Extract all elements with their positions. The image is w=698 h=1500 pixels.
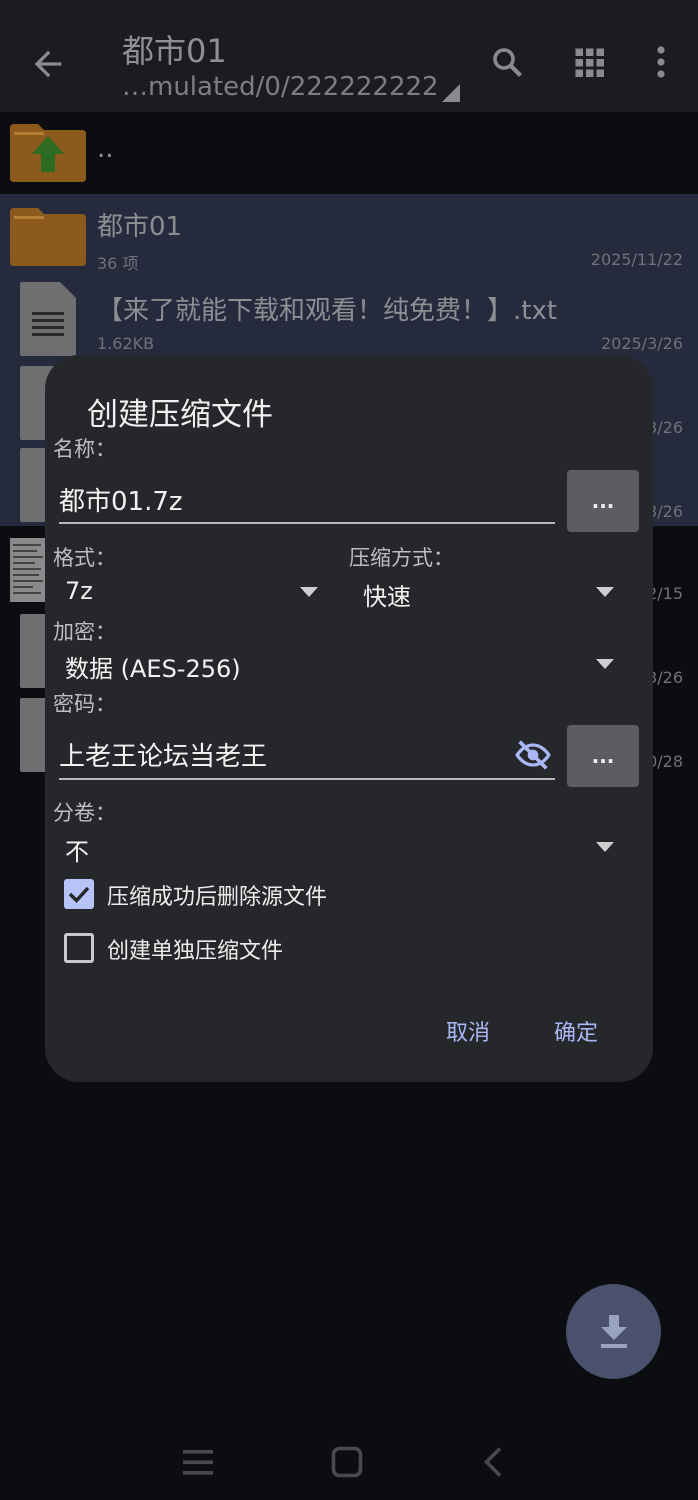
separate-archive-label[interactable]: 创建单独压缩文件	[107, 933, 283, 965]
item-meta: 1.62KB	[97, 334, 155, 353]
dialog-title: 创建压缩文件	[87, 397, 273, 433]
split-volume-label: 分卷：	[53, 801, 116, 825]
folder-up-icon	[10, 124, 86, 182]
encryption-label: 加密：	[53, 620, 116, 644]
item-meta: 36 项	[97, 254, 139, 273]
checkmark-icon	[68, 886, 90, 903]
folder-path[interactable]: …mulated/0/222222222	[122, 72, 439, 102]
download-fab[interactable]	[566, 1284, 661, 1379]
encryption-select[interactable]: 数据 (AES-256)	[65, 649, 241, 684]
browse-location-button[interactable]: ...	[567, 470, 639, 532]
split-volume-select[interactable]: 不	[65, 832, 89, 867]
recents-menu-icon[interactable]	[180, 1444, 216, 1480]
password-input[interactable]: 上老王论坛当老王	[59, 736, 267, 773]
system-navigation-bar	[0, 1420, 698, 1500]
parent-directory-row[interactable]: ..	[0, 112, 698, 194]
split-dropdown-icon[interactable]	[596, 842, 614, 852]
archive-name-input[interactable]: 都市01.7z	[59, 481, 183, 518]
compression-method-label: 压缩方式：	[349, 546, 454, 570]
image-thumbnail-icon	[10, 538, 46, 602]
password-label: 密码：	[53, 692, 116, 716]
search-icon[interactable]	[489, 44, 525, 80]
create-archive-dialog: 创建压缩文件 名称： 都市01.7z ... 格式： 压缩方式： 7z 快速 加…	[45, 355, 653, 1082]
ok-button[interactable]: 确定	[554, 1015, 598, 1047]
password-options-button[interactable]: ...	[567, 725, 639, 787]
password-input-underline	[59, 778, 555, 780]
delete-source-label[interactable]: 压缩成功后删除源文件	[107, 879, 327, 911]
text-file-icon	[20, 282, 76, 356]
item-date: 2025/11/22	[590, 250, 683, 269]
item-name: 【来了就能下载和观看！纯免费！】.txt	[97, 296, 558, 326]
home-square-icon[interactable]	[329, 1444, 365, 1480]
item-name: 都市01	[97, 212, 183, 242]
format-select[interactable]: 7z	[65, 577, 93, 605]
name-input-underline	[59, 522, 555, 524]
encryption-dropdown-icon[interactable]	[596, 659, 614, 669]
list-item[interactable]: 都市01 36 项 2025/11/22	[0, 194, 698, 278]
format-label: 格式：	[53, 546, 116, 570]
compression-method-select[interactable]: 快速	[363, 577, 411, 612]
download-icon	[600, 1314, 627, 1348]
grid-view-icon[interactable]	[571, 44, 607, 80]
format-dropdown-icon[interactable]	[300, 587, 318, 597]
name-label: 名称：	[53, 437, 116, 461]
folder-icon	[10, 208, 86, 266]
delete-source-checkbox[interactable]	[64, 879, 94, 909]
item-date: 2025/3/26	[600, 334, 683, 353]
more-vert-icon[interactable]	[643, 44, 679, 80]
path-dropdown-icon[interactable]	[442, 84, 460, 102]
list-item[interactable]: 【来了就能下载和观看！纯免费！】.txt 1.62KB 2025/3/26	[0, 278, 698, 362]
method-dropdown-icon[interactable]	[596, 587, 614, 597]
cancel-button[interactable]: 取消	[446, 1015, 490, 1047]
parent-directory-label: ..	[97, 134, 114, 164]
folder-title: 都市01	[122, 32, 227, 70]
visibility-off-icon[interactable]	[513, 735, 553, 775]
separate-archive-checkbox[interactable]	[64, 933, 94, 963]
top-app-bar: 都市01 …mulated/0/222222222	[0, 0, 698, 112]
back-chevron-icon[interactable]	[476, 1444, 512, 1480]
back-arrow-icon[interactable]	[28, 44, 68, 84]
